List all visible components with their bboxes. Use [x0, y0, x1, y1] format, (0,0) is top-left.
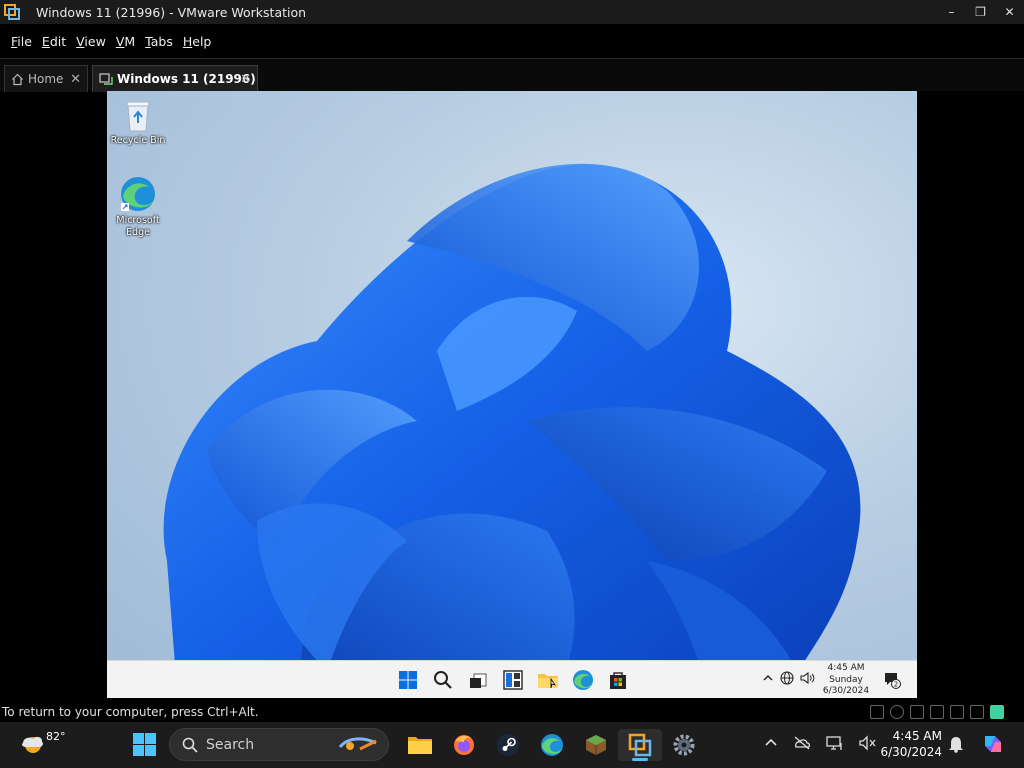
- sound-card-icon[interactable]: [950, 705, 964, 719]
- guest-clock-time: 4:45 AM: [827, 663, 865, 673]
- recycle-bin-icon: [126, 101, 150, 132]
- search-icon: [182, 737, 198, 753]
- menu-tabs[interactable]: Tabs: [145, 34, 173, 49]
- display-icon[interactable]: [970, 705, 984, 719]
- cd-rom-icon[interactable]: [890, 705, 904, 719]
- network-adapter-icon[interactable]: [910, 705, 924, 719]
- onedrive-icon[interactable]: [793, 735, 811, 755]
- host-pinned-apps: [398, 729, 706, 761]
- host-clock-date: 6/30/2024: [880, 745, 942, 759]
- settings-icon[interactable]: [662, 729, 706, 761]
- guest-tray: [762, 671, 816, 688]
- vmware-app-icon[interactable]: [4, 4, 20, 20]
- host-start-icon[interactable]: [133, 733, 156, 760]
- search-highlight-icon: [336, 735, 380, 759]
- notification-icon[interactable]: 2: [883, 671, 901, 693]
- tab-home-close-icon[interactable]: ✕: [70, 72, 81, 87]
- edge-icon[interactable]: [571, 668, 595, 692]
- tab-windows-11-close-icon[interactable]: ✕: [240, 72, 251, 87]
- network-icon[interactable]: [780, 671, 794, 688]
- usb-icon[interactable]: [930, 705, 944, 719]
- minimize-button[interactable]: –: [937, 0, 966, 24]
- tab-home-label: Home: [28, 72, 64, 86]
- desktop-icon-label: Recycle Bin: [110, 135, 166, 146]
- host-search-box[interactable]: Search: [169, 728, 389, 761]
- menu-file[interactable]: File: [11, 34, 32, 49]
- guest-clock-date: 6/30/2024: [822, 686, 870, 696]
- tab-windows-11[interactable]: Windows 11 (21996) ✕: [92, 65, 258, 92]
- status-text: To return to your computer, press Ctrl+A…: [2, 705, 259, 719]
- menu-view[interactable]: View: [76, 34, 106, 49]
- weather-widget[interactable]: 82°: [20, 730, 66, 756]
- home-icon: [11, 73, 24, 86]
- status-bar: To return to your computer, press Ctrl+A…: [0, 702, 1024, 722]
- desktop-icon-label: Microsoft Edge: [116, 215, 160, 238]
- vmware-icon[interactable]: [618, 729, 662, 761]
- volume-muted-icon[interactable]: [859, 735, 877, 755]
- copilot-icon[interactable]: [981, 732, 1005, 760]
- steam-icon[interactable]: [486, 729, 530, 761]
- window-controls: – ❐ ✕: [937, 0, 1024, 24]
- menu-bar: File Edit View VM Tabs Help: [0, 24, 1024, 58]
- guest-screen[interactable]: Recycle Bin Microsoft Edge 4:45 AM Sunda…: [107, 91, 917, 698]
- display-icon[interactable]: [826, 735, 844, 755]
- file-explorer-icon[interactable]: [536, 668, 560, 692]
- tab-bar: Home ✕ Windows 11 (21996) ✕: [0, 58, 1024, 92]
- widgets-icon[interactable]: [501, 668, 525, 692]
- file-explorer-icon[interactable]: [398, 729, 442, 761]
- notification-count: 2: [894, 681, 898, 689]
- guest-clock-day: Sunday: [829, 674, 863, 685]
- host-clock[interactable]: 4:45 AM 6/30/2024: [880, 728, 942, 760]
- desktop-icon-edge[interactable]: Microsoft Edge: [107, 175, 169, 239]
- guest-taskbar: 4:45 AM Sunday 6/30/2024 2: [107, 660, 917, 698]
- tab-home[interactable]: Home ✕: [4, 65, 88, 92]
- desktop-icon-recycle-bin[interactable]: Recycle Bin: [107, 99, 169, 147]
- device-status-icons: [870, 705, 1004, 719]
- start-icon[interactable]: [396, 668, 420, 692]
- bloom-wallpaper: [163, 163, 861, 692]
- hard-disk-icon[interactable]: [870, 705, 884, 719]
- message-log-icon[interactable]: [990, 705, 1004, 719]
- tab-windows-11-label: Windows 11 (21996): [117, 72, 256, 86]
- notification-bell-icon[interactable]: [948, 735, 964, 757]
- host-taskbar: 82° Search 4:45 AM 6/30/2024: [0, 722, 1024, 768]
- chevron-up-icon[interactable]: [762, 671, 774, 688]
- menu-edit[interactable]: Edit: [42, 34, 66, 49]
- guest-clock[interactable]: 4:45 AM Sunday 6/30/2024: [813, 663, 879, 698]
- search-icon[interactable]: [431, 668, 455, 692]
- edge-icon: [121, 177, 155, 211]
- minecraft-icon[interactable]: [574, 729, 618, 761]
- vm-icon: [99, 72, 113, 86]
- maximize-button[interactable]: ❐: [966, 0, 995, 24]
- menu-help[interactable]: Help: [183, 34, 212, 49]
- window-title: Windows 11 (21996) - VMware Workstation: [36, 4, 307, 20]
- host-tray: [764, 735, 877, 755]
- title-bar: Windows 11 (21996) - VMware Workstation …: [0, 0, 1024, 24]
- close-button[interactable]: ✕: [995, 0, 1024, 24]
- firefox-icon[interactable]: [442, 729, 486, 761]
- search-placeholder: Search: [206, 736, 255, 753]
- edge-icon[interactable]: [530, 729, 574, 761]
- menu-vm[interactable]: VM: [116, 34, 135, 49]
- task-view-icon[interactable]: [466, 668, 490, 692]
- weather-icon: [22, 736, 43, 753]
- store-icon[interactable]: [606, 668, 630, 692]
- chevron-up-icon[interactable]: [764, 735, 778, 755]
- guest-taskbar-icons: [396, 668, 630, 692]
- host-clock-time: 4:45 AM: [892, 729, 942, 743]
- weather-temp: 82°: [46, 730, 66, 743]
